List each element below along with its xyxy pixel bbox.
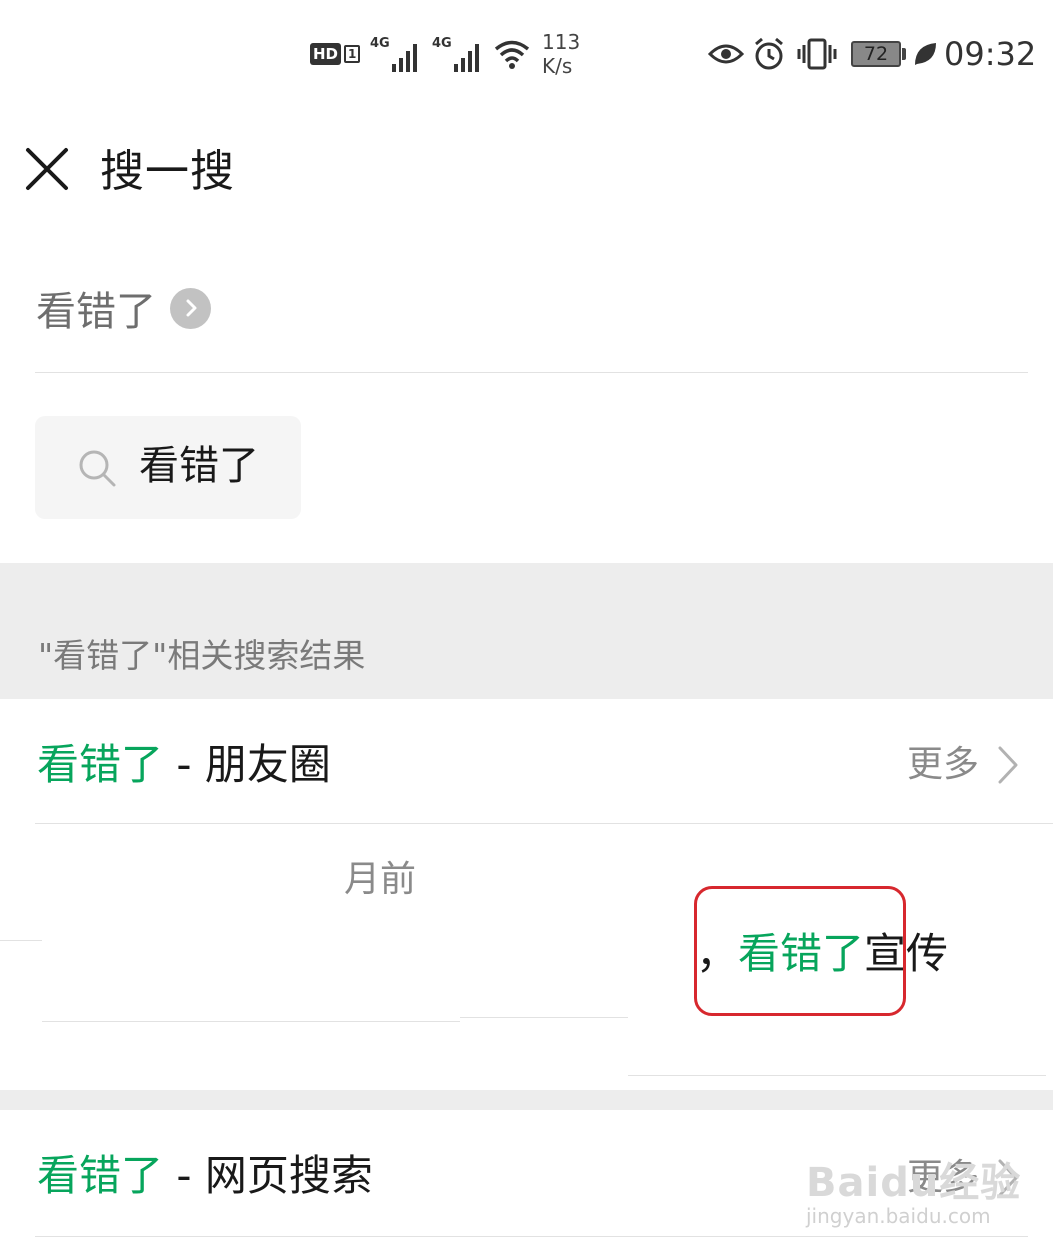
moments-suffix: - 朋友圈 (163, 740, 331, 789)
web-keyword: 看错了 (37, 1151, 164, 1200)
close-button[interactable] (24, 146, 70, 192)
hd-icon: HD 1 (310, 32, 361, 76)
divider (42, 1021, 460, 1022)
web-group-title[interactable]: 看错了 - 网页搜索 (37, 1148, 373, 1204)
status-bar: HD 1 4G 4G 113 K/s 72 09:32 (0, 0, 1053, 100)
net-type-2: 4G (432, 36, 452, 51)
divider (628, 1075, 1046, 1076)
moments-group-title[interactable]: 看错了 - 朋友圈 (37, 737, 331, 793)
page-title: 搜一搜 (100, 146, 235, 197)
baidu-watermark: Baidu经验 jingyan.baidu.com (806, 1150, 1021, 1228)
search-value: 看错了 (139, 443, 259, 489)
alarm-icon (753, 32, 785, 76)
vibrate-icon (796, 32, 838, 76)
network-speed: 113 K/s (542, 30, 580, 78)
close-icon (26, 148, 68, 190)
moments-more-label: 更多 (907, 744, 980, 785)
chevron-right-circle-icon (170, 287, 211, 329)
search-input[interactable]: 看错了 (35, 416, 301, 519)
battery-tip (902, 48, 906, 60)
moments-keyword: 看错了 (37, 740, 164, 789)
watermark-url: jingyan.baidu.com (806, 1204, 991, 1228)
divider (35, 823, 1053, 824)
battery-level: 72 (863, 43, 889, 65)
watermark-logo: Baidu经验 (806, 1160, 1022, 1206)
speed-value: 113 (542, 30, 581, 54)
annotation-highlight-box (694, 886, 906, 1016)
result-date: 月前 (344, 859, 417, 900)
divider (0, 940, 42, 941)
wifi-icon (493, 32, 531, 76)
clock: 09:32 (944, 35, 1037, 73)
eye-icon (708, 32, 744, 76)
search-icon (79, 450, 116, 487)
leaf-icon (912, 32, 938, 76)
net-type-1: 4G (370, 36, 390, 51)
signal-icon-2: 4G (432, 36, 482, 80)
battery-indicator: 72 (851, 41, 901, 67)
moments-more-button[interactable]: 更多 (907, 740, 1019, 790)
query-suggestion[interactable]: 看错了 (36, 280, 211, 336)
sim-label: 1 (344, 45, 361, 63)
section-title: "看错了"相关搜索结果 (38, 636, 366, 675)
divider (35, 1236, 1028, 1237)
query-text: 看错了 (36, 289, 156, 335)
divider (460, 1017, 628, 1018)
web-suffix: - 网页搜索 (163, 1151, 373, 1200)
chevron-right-icon (998, 746, 1018, 784)
group-separator (0, 1090, 1053, 1110)
hd-label: HD (310, 43, 342, 65)
speed-unit: K/s (542, 54, 573, 78)
signal-icon: 4G (370, 36, 420, 80)
divider (35, 372, 1028, 373)
